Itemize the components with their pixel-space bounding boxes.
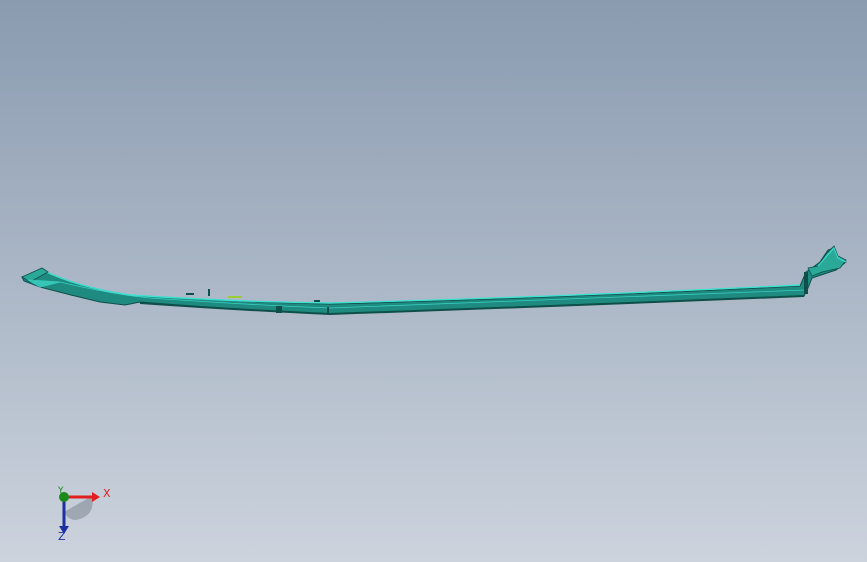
x-axis-label: X — [103, 487, 111, 500]
clip-feature-5 — [327, 307, 329, 314]
triad-shadow — [64, 496, 93, 520]
clip-feature-6 — [314, 300, 320, 302]
viewport-background — [0, 0, 867, 562]
x-axis-arrowhead — [92, 492, 100, 502]
right-end-post — [804, 272, 808, 294]
clip-feature-2 — [186, 293, 194, 295]
y-axis-label: Y — [58, 486, 64, 496]
model-canvas[interactable] — [0, 0, 867, 562]
graphics-viewport[interactable]: X Y Z — [0, 0, 867, 562]
clip-feature-1 — [208, 289, 210, 296]
z-axis-label: Z — [58, 530, 66, 543]
clip-feature-3 — [228, 296, 242, 298]
clip-feature-4 — [276, 306, 282, 313]
